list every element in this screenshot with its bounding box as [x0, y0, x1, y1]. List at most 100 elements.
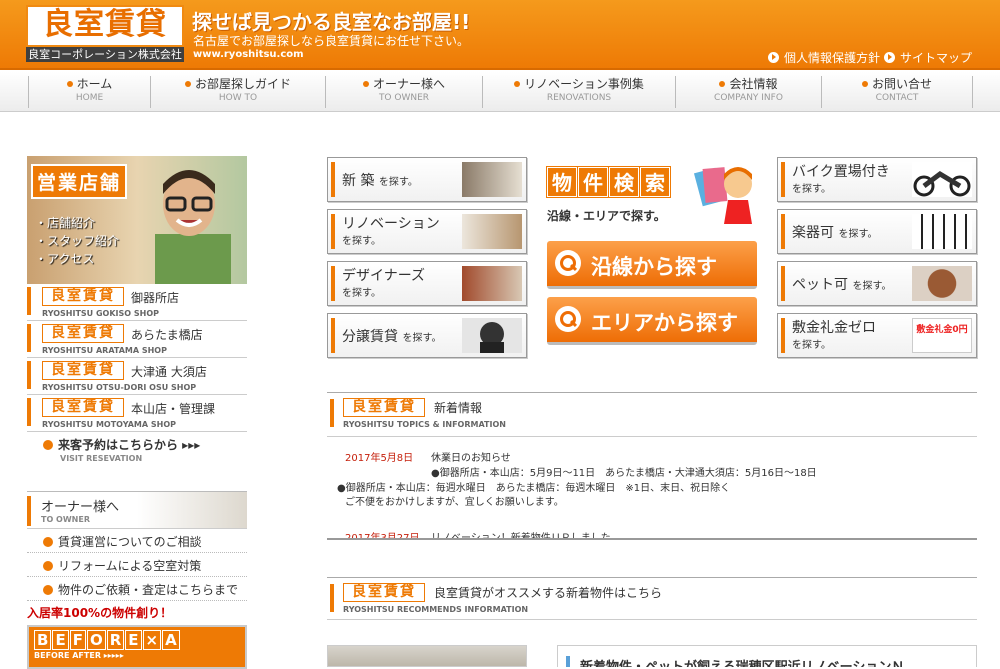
- owner-link-row[interactable]: リフォームによる空室対策: [27, 553, 247, 577]
- store-logo: 良室賃貸: [42, 324, 124, 343]
- banner-char: E: [52, 630, 69, 650]
- recommend-photo[interactable]: [327, 645, 527, 667]
- store-name: 御器所店: [131, 291, 180, 305]
- accent-bar: [781, 266, 785, 301]
- store-motoyama[interactable]: 良室賃貸 本山店・管理課 RYOSHITSU MOTOYAMA SHOP: [27, 395, 247, 432]
- store-en: RYOSHITSU MOTOYAMA SHOP: [42, 420, 176, 429]
- store-aratama[interactable]: 良室賃貸 あらたま橋店 RYOSHITSU ARATAMA SHOP: [27, 321, 247, 358]
- dog-photo: [912, 266, 972, 301]
- store-gokiso[interactable]: 良室賃貸 御器所店 RYOSHITSU GOKISO SHOP: [27, 284, 247, 321]
- news-list[interactable]: 2017年5月8日 休業日のお知らせ ●御器所店・本山店：5月9日～11日 あら…: [327, 441, 977, 538]
- arrow-icon: [43, 440, 53, 450]
- accent-bar: [27, 287, 31, 315]
- header: 良室賃貸 良室コーポレーション株式会社 探せば見つかる良室なお部屋!! 名古屋で…: [0, 0, 1000, 70]
- search-label: 楽器可 を探す。: [792, 225, 877, 243]
- title-char: 索: [640, 167, 670, 197]
- lion-statue-photo: [462, 318, 522, 353]
- privacy-link[interactable]: 個人情報保護方針: [768, 49, 880, 66]
- accent-bar: [566, 656, 570, 667]
- nav-owner[interactable]: オーナー様へ TO OWNER: [325, 76, 482, 108]
- nav-sub-label: TO OWNER: [378, 93, 430, 103]
- search-sub: を探す。: [792, 184, 831, 195]
- search-by-area-label: エリアから探す: [591, 311, 738, 335]
- search-instrument-button[interactable]: 楽器可 を探す。: [777, 209, 977, 254]
- sitemap-link[interactable]: サイトマップ: [884, 49, 972, 66]
- nav-label: ホーム: [29, 76, 150, 92]
- banner-char: O: [86, 630, 106, 650]
- search-new-button[interactable]: 新 築 を探す。: [327, 157, 527, 202]
- search-sub: を探す。: [378, 177, 418, 188]
- staff-photo: [155, 170, 231, 284]
- nav-sub-label: CONTACT: [875, 93, 919, 103]
- search-label: デザイナーズ を探す。: [342, 268, 425, 302]
- nav-sub-label: HOW TO: [218, 93, 258, 103]
- news-title[interactable]: 休業日のお知らせ: [431, 449, 511, 464]
- nav-contact[interactable]: お問い合せ CONTACT: [821, 76, 973, 108]
- site-url: www.ryoshitsu.com: [193, 49, 304, 60]
- search-designers-button[interactable]: デザイナーズ を探す。: [327, 261, 527, 306]
- search-label: 敷金礼金ゼロ を探す。: [792, 320, 876, 354]
- search-pet-button[interactable]: ペット可 を探す。: [777, 261, 977, 306]
- search-icon: [555, 306, 581, 332]
- before-after-title: B E F O R E × A: [34, 630, 181, 650]
- accent-bar: [781, 214, 785, 249]
- recommend-item[interactable]: 新着物件・ペットが飼える瑞穂区駅近リノベーションＮ: [557, 645, 977, 667]
- accent-bar: [27, 496, 31, 526]
- arrow-icon: [43, 537, 53, 547]
- search-condo-button[interactable]: 分譲賃貸 を探す。: [327, 313, 527, 358]
- news-title[interactable]: リノベーション！新着物件ＵＰしました。: [431, 529, 621, 538]
- accent-bar: [781, 318, 785, 353]
- owner-link-row[interactable]: 賃貸運営についてのご相談: [27, 529, 247, 553]
- arrow-icon: [768, 52, 779, 63]
- shop-menu: ・店舗紹介 ・スタッフ紹介 ・アクセス: [35, 214, 119, 268]
- search-main: 分譲賃貸: [342, 329, 398, 345]
- nav-label: オーナー様へ: [326, 76, 482, 92]
- search-by-line-button[interactable]: 沿線から探す: [547, 241, 757, 289]
- owner-link-label: リフォームによる空室対策: [58, 559, 202, 573]
- search-label: リノベーション を探す。: [342, 216, 440, 250]
- privacy-label: 個人情報保護方針: [784, 51, 881, 65]
- sitemap-label: サイトマップ: [900, 51, 973, 65]
- nav-company[interactable]: 会社情報 COMPANY INFO: [675, 76, 821, 108]
- search-label: バイク置場付き を探す。: [792, 164, 890, 198]
- search-renovation-button[interactable]: リノベーション を探す。: [327, 209, 527, 254]
- store-en: RYOSHITSU OTSU-DORI OSU SHOP: [42, 383, 197, 392]
- nav-renovations[interactable]: リノベーション事例集 RENOVATIONS: [482, 76, 675, 108]
- search-main: 楽器可: [792, 225, 834, 241]
- nav-home[interactable]: ホーム HOME: [28, 76, 150, 108]
- store-osu[interactable]: 良室賃貸 大津通 大須店 RYOSHITSU OTSU-DORI OSU SHOP: [27, 358, 247, 395]
- shop-banner[interactable]: 営業店舗 ・店舗紹介 ・スタッフ紹介 ・アクセス: [27, 156, 247, 284]
- banner-char: ×: [142, 630, 162, 650]
- visit-link[interactable]: 来客予約はこちらから ▸▸▸: [43, 436, 200, 453]
- owner-link-label: 物件のご依頼・査定はこちらまで: [58, 583, 239, 597]
- mascot-illustration: [694, 167, 752, 224]
- search-no-deposit-button[interactable]: 敷金礼金ゼロ を探す。 敷金礼金0円: [777, 313, 977, 358]
- nav-label: 会社情報: [676, 76, 821, 92]
- search-bike-button[interactable]: バイク置場付き を探す。: [777, 157, 977, 202]
- sub-copy: 名古屋でお部屋探しなら良室賃貸にお任せ下さい。: [193, 34, 470, 48]
- accent-bar: [331, 162, 335, 197]
- accent-bar: [331, 214, 335, 249]
- shop-menu-item[interactable]: ・店舗紹介: [35, 214, 119, 232]
- nav-label: リノベーション事例集: [483, 76, 675, 92]
- recommend-title: 良室賃貸がオススメする新着物件はこちら: [434, 586, 663, 600]
- search-sub: を探す。: [402, 333, 442, 344]
- nav-howto[interactable]: お部屋探しガイド HOW TO: [150, 76, 325, 108]
- logo[interactable]: 良室賃貸: [26, 5, 184, 47]
- search-by-area-button[interactable]: エリアから探す: [547, 297, 757, 345]
- search-main: 新 築: [342, 173, 375, 189]
- company-name: 良室コーポレーション株式会社: [26, 47, 184, 62]
- shop-menu-item[interactable]: ・アクセス: [35, 250, 119, 268]
- nav-sub-label: RENOVATIONS: [546, 93, 612, 103]
- news-line: ●御器所店・本山店：5月9日～11日 あらたま橋店・大津通大須店：5月16日～1…: [431, 468, 817, 479]
- search-main: ペット可: [792, 277, 848, 293]
- nav-sub-label: COMPANY INFO: [714, 93, 783, 103]
- banner-char: A: [162, 630, 180, 650]
- owner-link-row[interactable]: 物件のご依頼・査定はこちらまで: [27, 577, 247, 601]
- search-main: デザイナーズ: [342, 268, 426, 284]
- shop-menu-item[interactable]: ・スタッフ紹介: [35, 232, 119, 250]
- before-after-banner[interactable]: B E F O R E × A BEFORE AFTER ▸▸▸▸▸: [27, 625, 247, 669]
- accent-bar: [27, 361, 31, 389]
- owner-header[interactable]: オーナー様へ TO OWNER: [27, 491, 247, 529]
- owner-link: 賃貸運営についてのご相談: [43, 533, 202, 550]
